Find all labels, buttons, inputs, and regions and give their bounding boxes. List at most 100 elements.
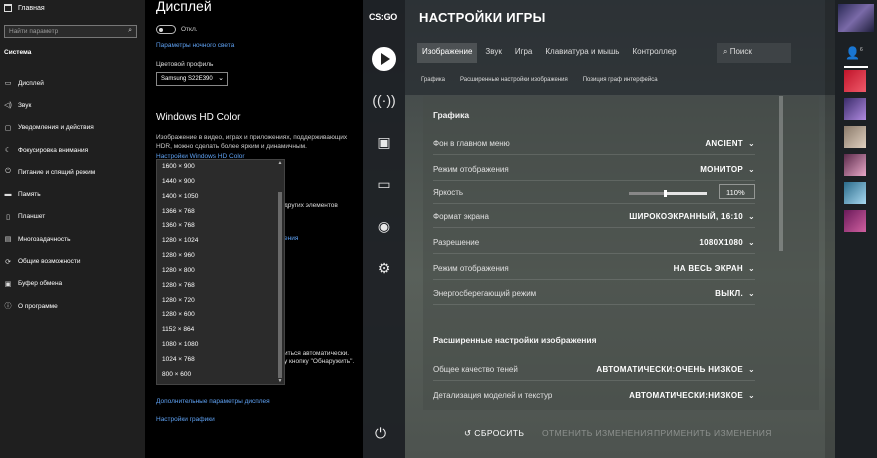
- home-link[interactable]: Главная: [4, 4, 45, 12]
- setting-row-menu-background[interactable]: Фон в главном меню ANCIENT ⌄: [433, 133, 755, 155]
- brightness-slider[interactable]: [629, 190, 707, 197]
- resolution-option[interactable]: 1366 × 768: [157, 205, 284, 220]
- sidebar-item[interactable]: ⓘ О программе: [4, 295, 144, 317]
- dropdown-scrollbar[interactable]: ▲ ▼: [277, 160, 283, 384]
- resolution-option[interactable]: 1600 × 900: [157, 160, 284, 175]
- sidebar-item-label: Фокусировка внимания: [18, 146, 89, 154]
- friend-avatar[interactable]: [844, 154, 866, 176]
- settings-search[interactable]: ⌕ Поиск: [717, 43, 791, 63]
- subtab-hud-position[interactable]: Позиция граф интерфейса: [583, 77, 658, 83]
- night-light-state: Откл.: [181, 26, 198, 33]
- apply-changes-button[interactable]: ПРИМЕНИТЬ ИЗМЕНЕНИЯ: [654, 428, 772, 438]
- setting-row-display-mode[interactable]: Режим отображения МОНИТОР ⌄: [433, 159, 755, 181]
- page-title: Дисплей: [156, 0, 212, 14]
- scale-link-fragment[interactable]: ения: [284, 235, 298, 242]
- setting-row-power-saving[interactable]: Энергосберегающий режим ВЫКЛ. ⌄: [433, 283, 755, 305]
- resolution-option[interactable]: 1400 × 1050: [157, 190, 284, 205]
- friends-panel: 👤 6: [835, 0, 877, 458]
- resolution-option[interactable]: 1360 × 768: [157, 219, 284, 234]
- night-light-toggle[interactable]: [156, 25, 176, 34]
- notification-icon: ▢: [4, 124, 12, 132]
- hd-color-description: Изображение в видео, играх и приложениях…: [156, 134, 348, 150]
- setting-row-aspect-ratio[interactable]: Формат экрана ШИРОКОЭКРАННЫЙ, 16:10 ⌄: [433, 206, 755, 228]
- nav-list: ▭ Дисплей ◁) Звук ▢ Уведомления и действия ☾ Фо…: [4, 72, 144, 317]
- tab-keyboard-mouse[interactable]: Клавиатура и мышь: [540, 43, 624, 63]
- setting-row-resolution[interactable]: Разрешение 1080X1080 ⌄: [433, 232, 755, 254]
- resolution-dropdown[interactable]: 1600 × 900 1440 × 900 1400 × 1050 1366 × 76…: [156, 159, 285, 385]
- gear-icon[interactable]: ⚙: [363, 260, 405, 277]
- reset-button[interactable]: ↺ СБРОСИТЬ: [464, 428, 524, 439]
- resolution-option[interactable]: 1280 × 720: [157, 294, 284, 309]
- sidebar-item[interactable]: ◁) Звук: [4, 94, 144, 116]
- sidebar-item[interactable]: ▭ Дисплей: [4, 72, 144, 94]
- resolution-option[interactable]: 1440 × 900: [157, 175, 284, 190]
- settings-footer: ↺ СБРОСИТЬ ОТМЕНИТЬ ИЗМЕНЕНИЯ ПРИМЕНИТЬ …: [405, 410, 835, 458]
- resolution-option[interactable]: 1280 × 960: [157, 249, 284, 264]
- search-icon: ⌕: [723, 47, 728, 56]
- avatar[interactable]: [838, 4, 874, 32]
- tv-icon[interactable]: ▭: [363, 176, 405, 193]
- subtab-advanced-video[interactable]: Расширенные настройки изображения: [460, 77, 568, 83]
- resolution-option[interactable]: 1280 × 768: [157, 279, 284, 294]
- sidebar-item[interactable]: ⟳ Общие возможности: [4, 250, 144, 272]
- scrollbar-thumb[interactable]: [278, 192, 282, 378]
- setting-row-shadow-quality[interactable]: Общее качество теней АВТОМАТИЧЕСКИ:ОЧЕНЬ…: [433, 359, 755, 381]
- slider-handle[interactable]: [663, 190, 667, 197]
- friend-avatar[interactable]: [844, 126, 866, 148]
- broadcast-icon[interactable]: ((·)): [363, 92, 405, 108]
- resolution-option[interactable]: 1152 × 864: [157, 323, 284, 338]
- tab-audio[interactable]: Звук: [480, 43, 506, 63]
- settings-search-input[interactable]: Найти параметр ⌕: [4, 25, 137, 38]
- settings-title: НАСТРОЙКИ ИГРЫ: [419, 10, 546, 25]
- chevron-down-icon: ⌄: [747, 264, 755, 273]
- friend-avatar[interactable]: [844, 98, 866, 120]
- stats-icon[interactable]: ◉: [363, 218, 405, 235]
- tab-game[interactable]: Игра: [510, 43, 538, 63]
- sidebar-item[interactable]: ▢ Уведомления и действия: [4, 117, 144, 139]
- home-label: Главная: [18, 4, 45, 12]
- friend-avatar[interactable]: [844, 70, 866, 92]
- sidebar-item[interactable]: ⏻ Питание и спящий режим: [4, 161, 144, 183]
- graphics-settings-link[interactable]: Настройки графики: [156, 416, 215, 423]
- brightness-input[interactable]: 110%: [719, 184, 755, 199]
- setting-row-display-mode-fullscreen[interactable]: Режим отображения НА ВЕСЬ ЭКРАН ⌄: [433, 258, 755, 280]
- settings-tabs: Изображение Звук Игра Клавиатура и мышь …: [417, 43, 685, 63]
- sidebar-item[interactable]: ▯ Планшет: [4, 206, 144, 228]
- sidebar-item[interactable]: ☾ Фокусировка внимания: [4, 139, 144, 161]
- sidebar-item-label: Звук: [18, 101, 32, 109]
- advanced-display-link[interactable]: Дополнительные параметры дисплея: [156, 398, 270, 405]
- resolution-option[interactable]: 1280 × 800: [157, 264, 284, 279]
- csgo-settings-window: CS:GO ((·)) ▣ ▭ ◉ ⚙ ⏻ НАСТРОЙКИ ИГРЫ Изо…: [363, 0, 835, 458]
- tab-video[interactable]: Изображение: [417, 43, 478, 63]
- resolution-option[interactable]: 1280 × 600: [157, 308, 284, 323]
- resolution-option[interactable]: 1280 × 1024: [157, 234, 284, 249]
- tab-controller[interactable]: Контроллер: [627, 43, 681, 63]
- scroll-down-icon[interactable]: ▼: [277, 378, 283, 384]
- resolution-option[interactable]: 1024 × 768: [157, 353, 284, 368]
- night-light-settings-link[interactable]: Параметры ночного света: [156, 42, 234, 49]
- setting-row-model-texture-detail[interactable]: Детализация моделей и текстур АВТОМАТИЧЕ…: [433, 385, 755, 407]
- subtab-graphics[interactable]: Графика: [421, 77, 445, 83]
- scale-text-fragment: других элементов: [284, 202, 338, 209]
- chevron-down-icon: ⌄: [747, 289, 755, 298]
- settings-sidebar: Главная Найти параметр ⌕ Система ▭ Диспле…: [0, 0, 145, 458]
- sidebar-item[interactable]: ▬ Память: [4, 183, 144, 205]
- color-profile-select[interactable]: Samsung S22E390 ⌄: [156, 72, 228, 86]
- sidebar-item[interactable]: ▣ Буфер обмена: [4, 273, 144, 295]
- discard-changes-button[interactable]: ОТМЕНИТЬ ИЗМЕНЕНИЯ: [542, 428, 653, 438]
- scroll-up-icon[interactable]: ▲: [277, 160, 283, 166]
- sidebar-item[interactable]: ▤ Многозадачность: [4, 228, 144, 250]
- play-button[interactable]: [372, 47, 396, 71]
- power-icon[interactable]: ⏻: [375, 425, 386, 442]
- friends-icon[interactable]: 👤: [845, 46, 860, 60]
- settings-scrollbar[interactable]: [779, 96, 783, 251]
- chevron-down-icon: ⌄: [747, 365, 755, 374]
- resolution-option[interactable]: 1080 × 1080: [157, 338, 284, 353]
- home-icon: [4, 4, 12, 12]
- resolution-option[interactable]: 800 × 600: [157, 368, 284, 383]
- advanced-section-title: Расширенные настройки изображения: [433, 335, 597, 345]
- friend-avatar[interactable]: [844, 182, 866, 204]
- resolution-options: 1600 × 900 1440 × 900 1400 × 1050 1366 × 76…: [157, 160, 284, 383]
- friend-avatar[interactable]: [844, 210, 866, 232]
- inventory-icon[interactable]: ▣: [363, 134, 405, 151]
